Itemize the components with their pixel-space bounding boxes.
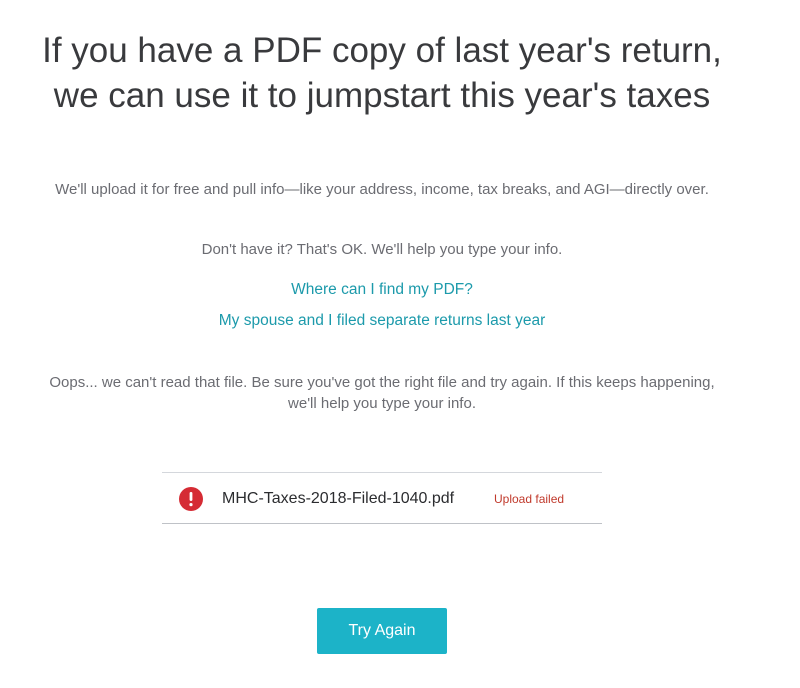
upload-error-message: Oops... we can't read that file. Be sure… [49,374,715,412]
separate-returns-link[interactable]: My spouse and I filed separate returns l… [100,310,664,331]
intro-description: We'll upload it for free and pull info—l… [55,181,709,198]
uploaded-file-row: MHC-Taxes-2018-Filed-1040.pdf Upload fai… [162,472,602,524]
upload-prior-return-page: If you have a PDF copy of last year's re… [0,0,800,688]
try-again-button[interactable]: Try Again [317,608,447,654]
no-pdf-note: Don't have it? That's OK. We'll help you… [201,241,563,258]
upload-status-label: Upload failed [494,492,565,506]
page-title: If you have a PDF copy of last year's re… [42,31,722,115]
alert-circle-icon [179,487,203,511]
file-name: MHC-Taxes-2018-Filed-1040.pdf [222,490,455,507]
find-pdf-link[interactable]: Where can I find my PDF? [100,279,664,300]
